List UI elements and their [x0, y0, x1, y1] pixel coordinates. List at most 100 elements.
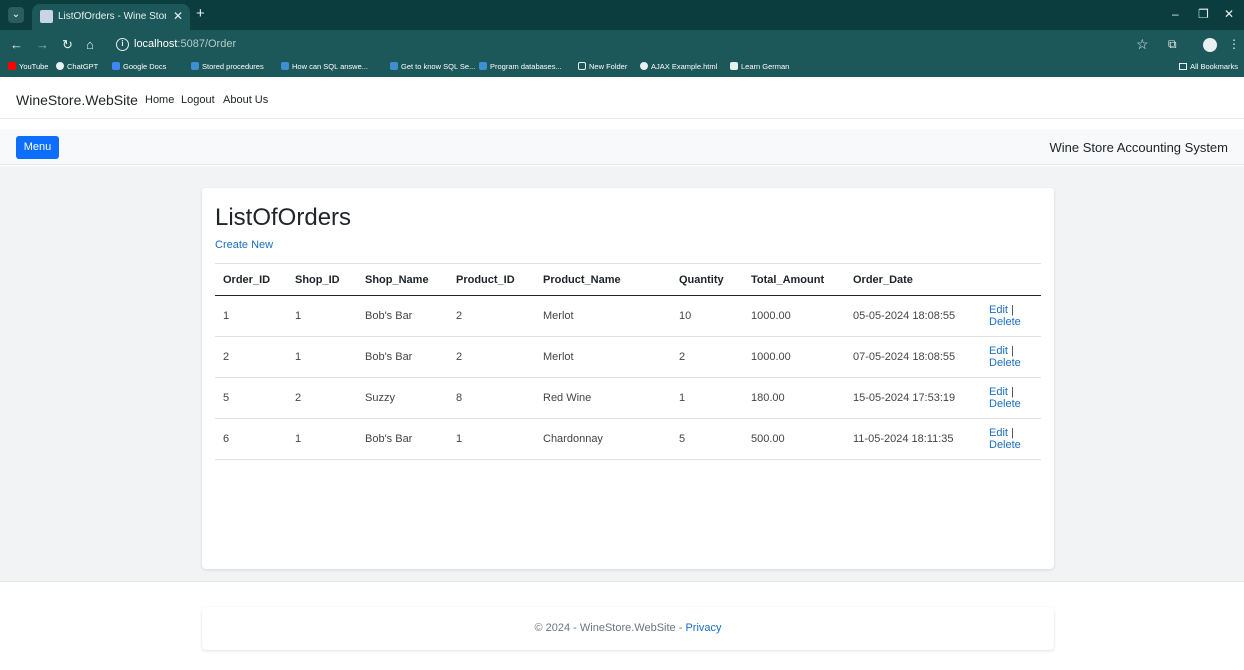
- orders-card: ListOfOrders Create New Order_ID Shop_ID…: [202, 188, 1054, 569]
- bookmark-new-folder[interactable]: New Folder: [578, 62, 627, 71]
- site-brand[interactable]: WineStore.WebSite: [16, 92, 138, 108]
- bookmark-program-databases[interactable]: Program databases...: [479, 62, 562, 71]
- bookmarks-bar: YouTube ChatGPT Google Docs Stored proce…: [0, 60, 1244, 77]
- delete-link[interactable]: Delete: [989, 398, 1021, 410]
- col-shop-name: Shop_Name: [357, 263, 448, 296]
- cell-actions: Edit | Delete: [981, 295, 1041, 337]
- youtube-icon: [8, 62, 16, 70]
- bookmark-chatgpt[interactable]: ChatGPT: [56, 62, 98, 71]
- bookmark-stored-procedures[interactable]: Stored procedures: [191, 62, 264, 71]
- cell-order-date: 11-05-2024 18:11:35: [845, 418, 981, 460]
- tab-title: ListOfOrders - Wine Store Acco: [58, 11, 166, 22]
- edit-link[interactable]: Edit: [989, 345, 1008, 357]
- cell-order-date: 15-05-2024 17:53:19: [845, 377, 981, 419]
- action-separator: |: [1011, 345, 1014, 357]
- cell-product-name: Chardonnay: [535, 418, 671, 460]
- docs-icon: [112, 62, 120, 70]
- edit-link[interactable]: Edit: [989, 386, 1008, 398]
- cell-product-id: 2: [448, 336, 535, 378]
- table-row: 2 1 Bob's Bar 2 Merlot 2 1000.00 07-05-2…: [215, 336, 1041, 378]
- system-title: Wine Store Accounting System: [1049, 140, 1228, 155]
- url-text[interactable]: localhost:5087/Order: [134, 38, 236, 50]
- browser-toolbar: ← → ↻ ⌂ i localhost:5087/Order ☆ ⧉ ⋮: [0, 30, 1244, 60]
- table-row: 1 1 Bob's Bar 2 Merlot 10 1000.00 05-05-…: [215, 295, 1041, 337]
- cell-product-id: 8: [448, 377, 535, 419]
- nav-logout[interactable]: Logout: [181, 94, 215, 106]
- globe-icon: [640, 62, 648, 70]
- delete-link[interactable]: Delete: [989, 316, 1021, 328]
- cell-shop-name: Bob's Bar: [357, 418, 448, 460]
- privacy-link[interactable]: Privacy: [685, 622, 721, 634]
- edit-link[interactable]: Edit: [989, 427, 1008, 439]
- cell-product-id: 1: [448, 418, 535, 460]
- profile-avatar[interactable]: [1203, 38, 1217, 52]
- bookmark-ajax-example[interactable]: AJAX Example.html: [640, 62, 717, 71]
- menu-button[interactable]: Menu: [16, 136, 59, 159]
- minimize-icon[interactable]: –: [1172, 7, 1179, 21]
- bookmark-page-icon: [191, 62, 199, 70]
- cell-order-id: 2: [215, 336, 287, 378]
- nav-about-us[interactable]: About Us: [223, 94, 268, 106]
- tab-search-icon[interactable]: ⌄: [8, 7, 24, 23]
- close-window-icon[interactable]: ✕: [1224, 7, 1234, 21]
- bookmark-google-docs[interactable]: Google Docs: [112, 62, 166, 71]
- cell-shop-id: 1: [287, 295, 357, 337]
- table-row: 6 1 Bob's Bar 1 Chardonnay 5 500.00 11-0…: [215, 418, 1041, 460]
- folder-icon: [1179, 63, 1188, 70]
- main-content: ListOfOrders Create New Order_ID Shop_ID…: [0, 166, 1244, 582]
- bookmark-sql-answer[interactable]: How can SQL answe...: [281, 62, 368, 71]
- bookmark-page-icon: [281, 62, 289, 70]
- bookmark-page-icon: [390, 62, 398, 70]
- forward-icon[interactable]: →: [36, 37, 49, 52]
- restore-icon[interactable]: ❐: [1198, 7, 1209, 21]
- cell-order-date: 07-05-2024 18:08:55: [845, 336, 981, 378]
- folder-icon: [578, 62, 586, 70]
- cell-quantity: 2: [671, 336, 743, 378]
- page-favicon-icon: [40, 10, 53, 23]
- bookmark-star-icon[interactable]: ☆: [1136, 36, 1149, 53]
- create-new-link[interactable]: Create New: [215, 239, 273, 251]
- browser-menu-icon[interactable]: ⋮: [1228, 37, 1240, 51]
- cell-product-name: Merlot: [535, 336, 671, 378]
- footer: © 2024 - WineStore.WebSite - Privacy: [202, 607, 1054, 650]
- page-title: ListOfOrders: [215, 204, 352, 231]
- cell-product-name: Red Wine: [535, 377, 671, 419]
- site-navbar: WineStore.WebSite Home Logout About Us: [0, 77, 1244, 119]
- action-separator: |: [1011, 304, 1014, 316]
- table-row: 5 2 Suzzy 8 Red Wine 1 180.00 15-05-2024…: [215, 377, 1041, 419]
- all-bookmarks[interactable]: All Bookmarks: [1179, 62, 1238, 71]
- footer-text: © 2024 - WineStore.WebSite -: [534, 622, 686, 634]
- back-icon[interactable]: ←: [10, 37, 23, 52]
- col-product-id: Product_ID: [448, 263, 535, 296]
- new-tab-icon[interactable]: +: [196, 5, 205, 22]
- col-shop-id: Shop_ID: [287, 263, 357, 296]
- address-bar[interactable]: i localhost:5087/Order: [108, 34, 1208, 56]
- learn-german-icon: [730, 62, 738, 70]
- cell-total-amount: 1000.00: [743, 336, 845, 378]
- col-order-date: Order_Date: [845, 263, 981, 296]
- bookmark-page-icon: [479, 62, 487, 70]
- delete-link[interactable]: Delete: [989, 357, 1021, 369]
- edit-link[interactable]: Edit: [989, 304, 1008, 316]
- site-info-icon[interactable]: i: [116, 38, 129, 51]
- menu-bar: Menu Wine Store Accounting System: [0, 129, 1244, 165]
- cell-quantity: 5: [671, 418, 743, 460]
- delete-link[interactable]: Delete: [989, 439, 1021, 451]
- bookmark-sql-server[interactable]: Get to know SQL Se...: [390, 62, 475, 71]
- cell-shop-id: 2: [287, 377, 357, 419]
- cell-total-amount: 500.00: [743, 418, 845, 460]
- orders-table: Order_ID Shop_ID Shop_Name Product_ID Pr…: [215, 263, 1041, 460]
- extensions-icon[interactable]: ⧉: [1168, 37, 1177, 52]
- cell-shop-name: Suzzy: [357, 377, 448, 419]
- cell-order-id: 6: [215, 418, 287, 460]
- reload-icon[interactable]: ↻: [62, 37, 73, 53]
- bookmark-youtube[interactable]: YouTube: [8, 62, 48, 71]
- browser-tab[interactable]: ListOfOrders - Wine Store Acco ✕: [32, 4, 190, 30]
- home-icon[interactable]: ⌂: [86, 37, 94, 52]
- cell-actions: Edit | Delete: [981, 377, 1041, 419]
- tab-close-icon[interactable]: ✕: [173, 9, 183, 23]
- cell-product-name: Merlot: [535, 295, 671, 337]
- nav-home[interactable]: Home: [145, 94, 174, 106]
- bookmark-learn-german[interactable]: Learn German: [730, 62, 789, 71]
- cell-quantity: 1: [671, 377, 743, 419]
